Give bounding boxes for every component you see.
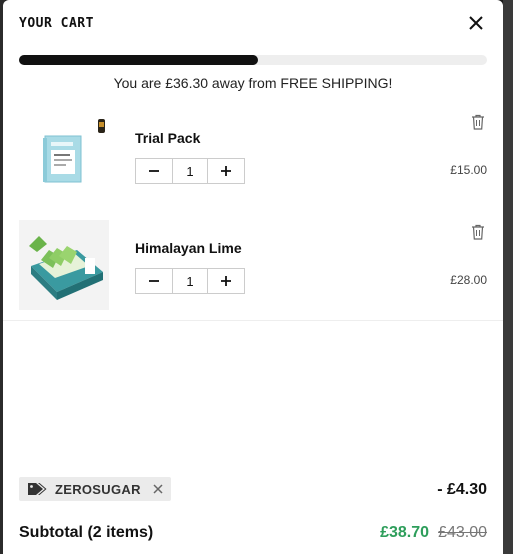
decrement-button[interactable] <box>136 269 172 293</box>
quantity-value[interactable]: 1 <box>172 269 208 293</box>
product-image-himalayan-lime[interactable] <box>19 220 109 310</box>
cart-item: Himalayan Lime 1 £28.00 <box>19 220 487 312</box>
subtotal-discounted: £38.70 <box>380 524 429 541</box>
trash-icon[interactable] <box>471 114 485 130</box>
plus-icon <box>221 166 231 176</box>
minus-icon <box>149 280 159 282</box>
minus-icon <box>149 170 159 172</box>
cart-header: YOUR CART <box>19 14 487 34</box>
increment-button[interactable] <box>208 269 244 293</box>
cart-drawer: YOUR CART You are £36.30 away from FREE … <box>3 0 503 554</box>
item-price: £15.00 <box>450 163 487 177</box>
shipping-progress-fill <box>19 55 258 65</box>
product-image-trial-pack[interactable] <box>19 110 109 200</box>
trash-icon[interactable] <box>471 224 485 240</box>
quantity-stepper: 1 <box>135 268 245 294</box>
items-divider <box>3 320 503 321</box>
subtotal-original: £43.00 <box>438 524 487 541</box>
tag-icon <box>28 483 47 495</box>
cart-title: YOUR CART <box>19 16 94 31</box>
item-name[interactable]: Himalayan Lime <box>135 240 242 256</box>
subtotal-label: Subtotal (2 items) <box>19 524 154 541</box>
plus-icon <box>221 276 231 286</box>
item-name[interactable]: Trial Pack <box>135 130 200 146</box>
coupon-code: ZEROSUGAR <box>55 481 141 497</box>
close-icon[interactable] <box>153 484 163 494</box>
quantity-stepper: 1 <box>135 158 245 184</box>
cart-item: Trial Pack 1 £15.00 <box>19 110 487 202</box>
shipping-progress-bar <box>19 55 487 65</box>
increment-button[interactable] <box>208 159 244 183</box>
item-price: £28.00 <box>450 273 487 287</box>
himalayan-lime-box-image <box>29 236 103 300</box>
trial-pack-box-image <box>43 119 105 183</box>
quantity-value[interactable]: 1 <box>172 159 208 183</box>
close-icon[interactable] <box>467 14 485 32</box>
free-shipping-message: You are £36.30 away from FREE SHIPPING! <box>113 75 393 91</box>
page-backdrop-right <box>503 0 513 554</box>
applied-coupon: ZEROSUGAR <box>19 477 171 501</box>
discount-amount: - £4.30 <box>437 481 487 498</box>
decrement-button[interactable] <box>136 159 172 183</box>
